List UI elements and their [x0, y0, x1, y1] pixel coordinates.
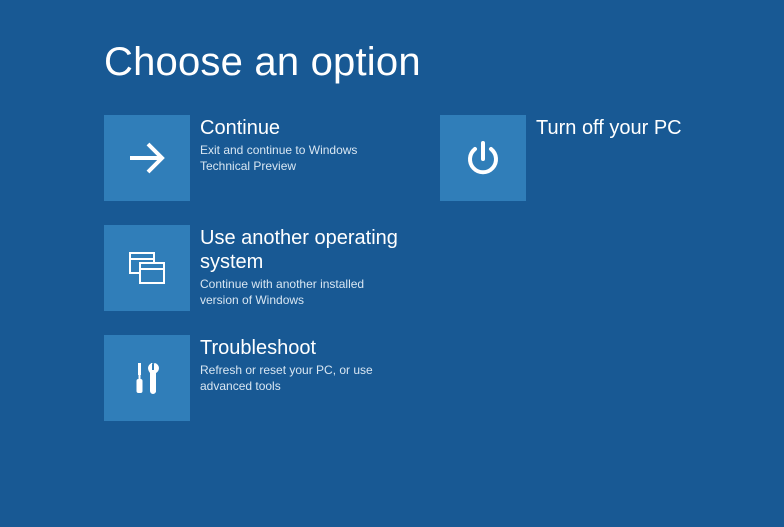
turn-off-text: Turn off your PC — [536, 115, 682, 142]
power-icon — [440, 115, 526, 201]
troubleshoot-title: Troubleshoot — [200, 336, 405, 360]
continue-title: Continue — [200, 116, 405, 140]
continue-text: Continue Exit and continue to Windows Te… — [200, 115, 405, 174]
options-column-right: Turn off your PC — [440, 115, 744, 421]
other-os-desc: Continue with another installed version … — [200, 276, 405, 308]
turn-off-title: Turn off your PC — [536, 116, 682, 140]
options-grid: Continue Exit and continue to Windows Te… — [104, 115, 784, 421]
other-os-text: Use another operating system Continue wi… — [200, 225, 405, 308]
other-os-title: Use another operating system — [200, 226, 405, 274]
options-column-left: Continue Exit and continue to Windows Te… — [104, 115, 408, 421]
page-title: Choose an option — [104, 40, 784, 85]
tools-icon — [104, 335, 190, 421]
choose-option-screen: Choose an option Continue Exit and conti… — [0, 0, 784, 421]
troubleshoot-option[interactable]: Troubleshoot Refresh or reset your PC, o… — [104, 335, 408, 421]
other-os-option[interactable]: Use another operating system Continue wi… — [104, 225, 408, 311]
continue-option[interactable]: Continue Exit and continue to Windows Te… — [104, 115, 408, 201]
continue-desc: Exit and continue to Windows Technical P… — [200, 142, 405, 174]
troubleshoot-text: Troubleshoot Refresh or reset your PC, o… — [200, 335, 405, 394]
turn-off-option[interactable]: Turn off your PC — [440, 115, 744, 201]
arrow-right-icon — [104, 115, 190, 201]
troubleshoot-desc: Refresh or reset your PC, or use advance… — [200, 362, 405, 394]
windows-switch-icon — [104, 225, 190, 311]
